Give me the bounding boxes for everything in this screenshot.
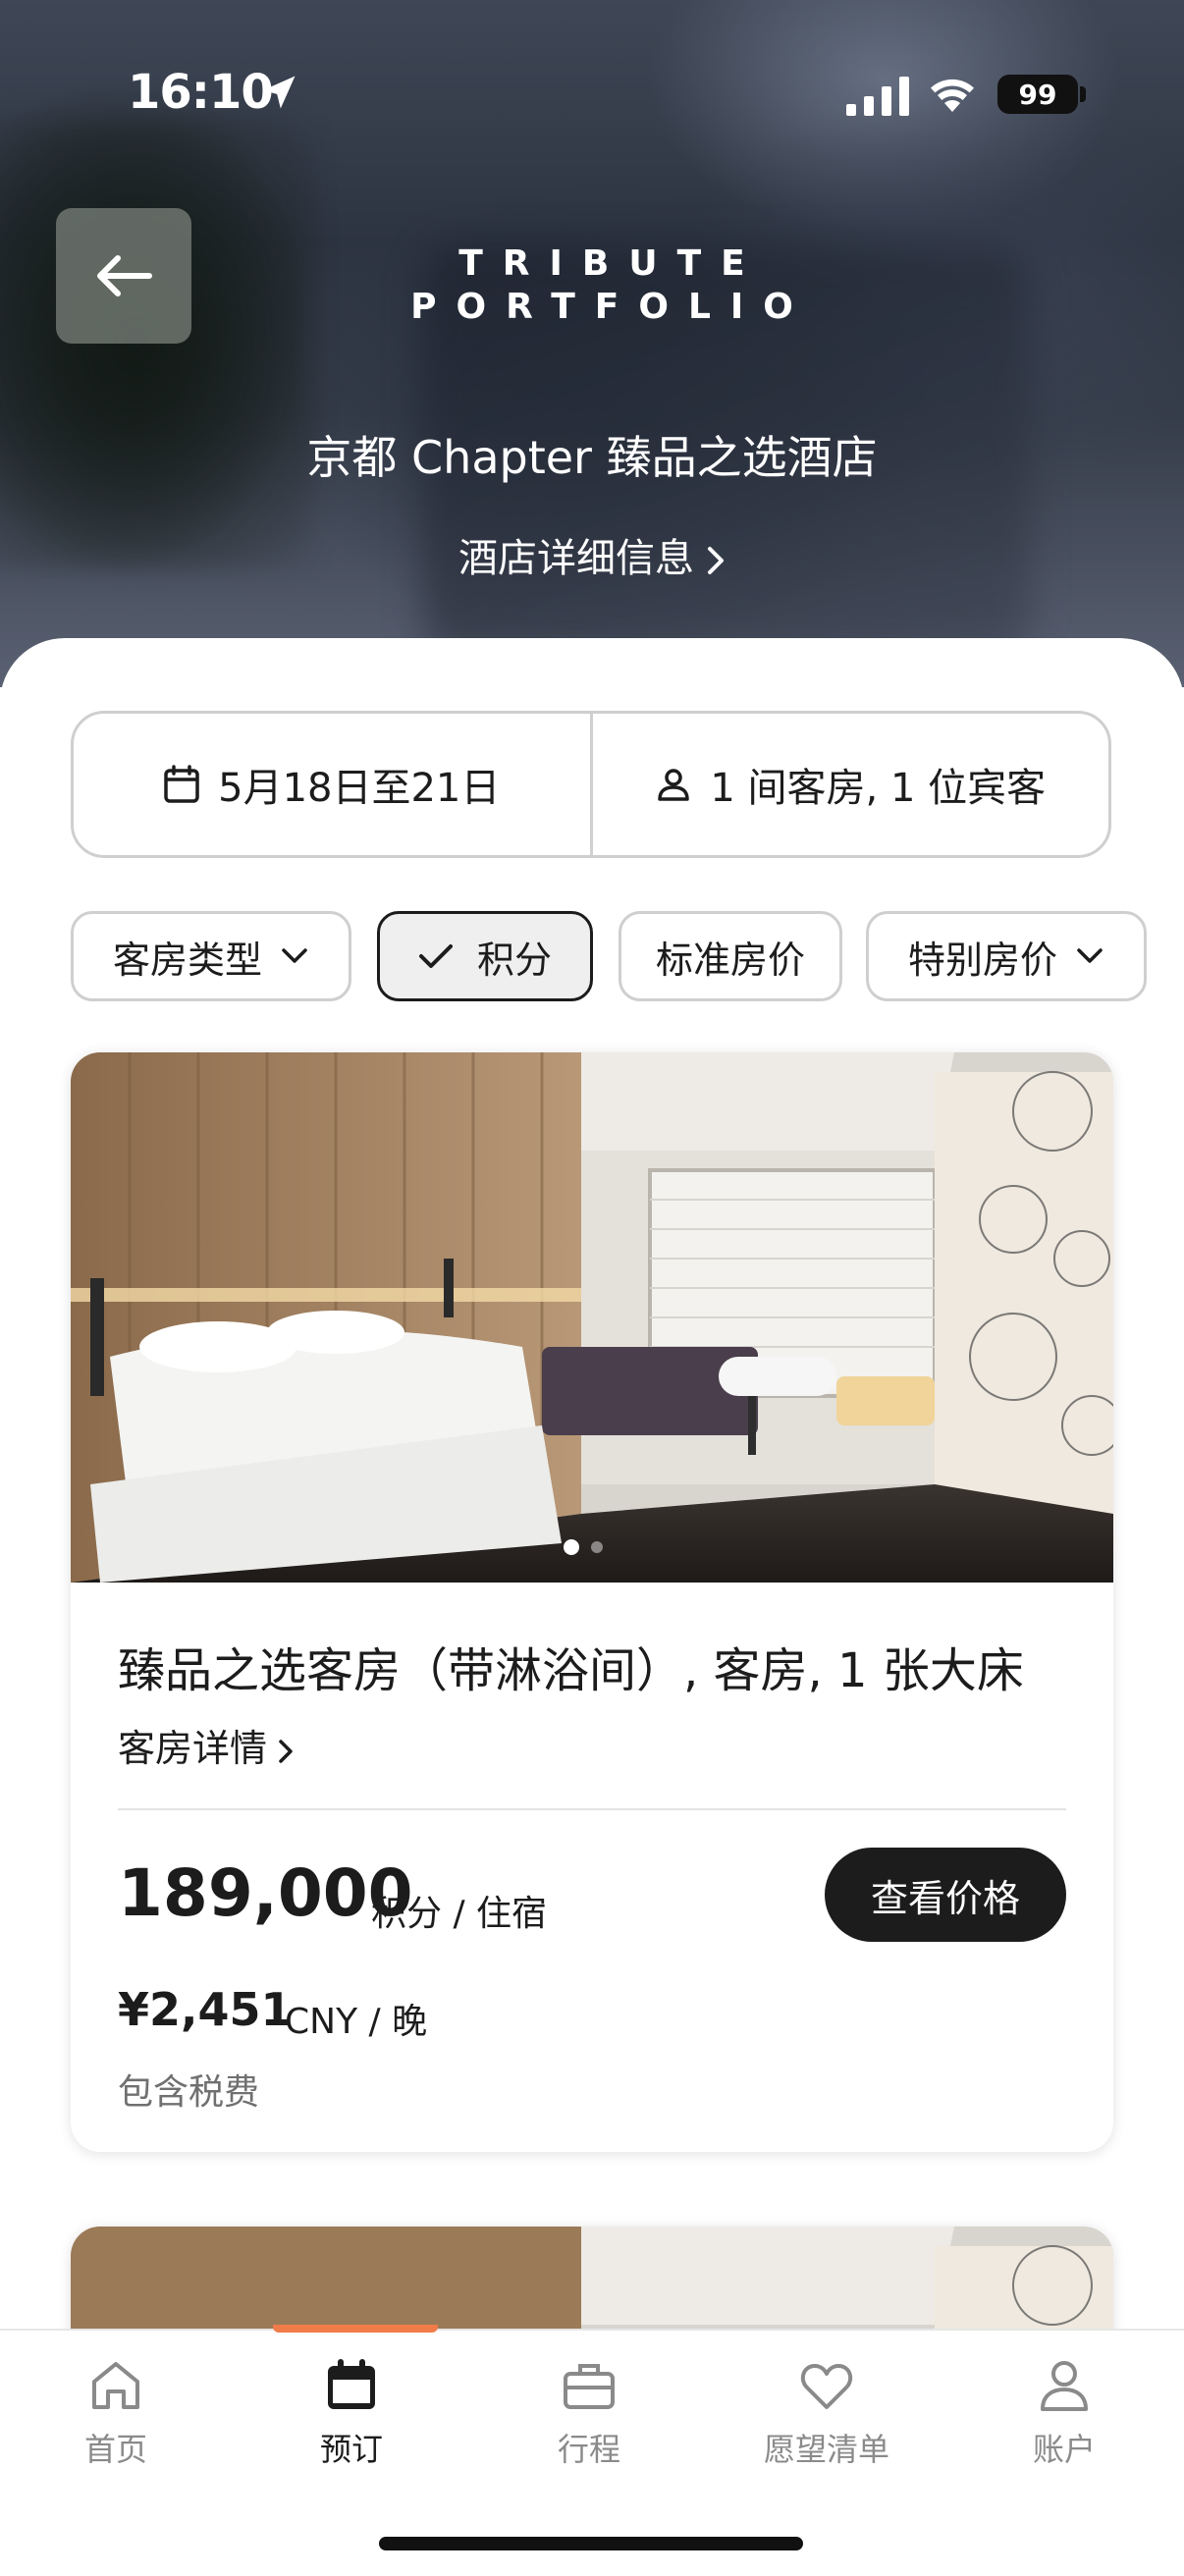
tab-trips-label: 行程 — [557, 2431, 620, 2468]
filter-room-type-label: 客房类型 — [112, 938, 262, 982]
room-card: 臻品之选客房（带淋浴间）, 客房, 1 张大床 客房详情 189,000 积分 … — [71, 1052, 1113, 2152]
hotel-details-label: 酒店详细信息 — [458, 536, 694, 581]
filter-standard-rate-label: 标准房价 — [655, 938, 805, 982]
wifi-icon — [931, 79, 974, 112]
tab-wishlist[interactable]: 愿望清单 — [728, 2354, 925, 2470]
filter-room-type[interactable]: 客房类型 — [71, 911, 351, 1001]
filter-standard-rate[interactable]: 标准房价 — [619, 911, 842, 1001]
person-icon — [658, 769, 690, 801]
tab-account[interactable]: 账户 — [966, 2354, 1162, 2470]
status-time: 16:10 — [128, 65, 274, 120]
filter-points-label: 积分 — [476, 938, 552, 982]
date-range-text: 5月18日至21日 — [218, 766, 501, 811]
hotel-details-link[interactable]: 酒店详细信息 — [0, 526, 1184, 583]
rooms-sheet: 5月18日至21日 1 间客房, 1 位宾客 客房类型 积分 标准房价 特别房价 — [0, 638, 1184, 2336]
card-divider — [118, 1808, 1066, 1810]
brand-logo-line1: TRIBUTE — [458, 243, 765, 284]
hotel-hero: 16:10 99 TRIBUTE PORTFOLIO 京都 Chapter 臻品… — [0, 0, 1184, 687]
filter-points[interactable]: 积分 — [377, 911, 593, 1001]
tab-book-label: 预订 — [319, 2431, 383, 2468]
cellular-signal-icon — [846, 77, 909, 116]
location-arrow-icon — [262, 76, 296, 109]
room-title: 臻品之选客房（带淋浴间）, 客房, 1 张大床 — [118, 1643, 1024, 1698]
cash-unit: CNY / 晚 — [285, 2002, 428, 2042]
battery-tip — [1080, 86, 1086, 102]
points-unit: 积分 / 住宿 — [371, 1894, 548, 1934]
chevron-down-icon — [282, 948, 307, 963]
chevron-right-icon — [708, 547, 724, 574]
hotel-name: 京都 Chapter 臻品之选酒店 — [306, 431, 878, 484]
active-tab-indicator — [273, 2325, 438, 2333]
heart-icon — [800, 2364, 853, 2409]
home-indicator — [379, 2537, 803, 2550]
status-bar: 16:10 99 — [0, 0, 1184, 187]
carousel-dot-active[interactable] — [564, 1539, 579, 1555]
rooms-guests-text: 1 间客房, 1 位宾客 — [710, 766, 1047, 811]
chevron-right-icon — [279, 1739, 293, 1763]
rooms-guests-selector[interactable]: 1 间客房, 1 位宾客 — [593, 714, 1109, 855]
tab-account-label: 账户 — [1032, 2431, 1096, 2468]
filter-special-rate-label: 特别房价 — [907, 938, 1057, 982]
tab-wishlist-label: 愿望清单 — [763, 2431, 889, 2468]
room-photo — [71, 1052, 1113, 1583]
stay-search-box: 5月18日至21日 1 间客房, 1 位宾客 — [71, 711, 1111, 858]
room-details-label: 客房详情 — [118, 1727, 268, 1770]
battery-level: 99 — [1018, 78, 1057, 111]
tab-home[interactable]: 首页 — [18, 2354, 214, 2470]
room-details-link[interactable]: 客房详情 — [118, 1718, 295, 1772]
battery-indicator: 99 — [997, 75, 1078, 114]
cash-price: ¥2,451 — [118, 1983, 293, 2036]
room-card-next[interactable] — [71, 2227, 1113, 2336]
view-rates-button[interactable]: 查看价格 — [825, 1848, 1066, 1942]
calendar-icon — [164, 765, 199, 803]
person-icon — [1041, 2361, 1088, 2411]
tab-home-label: 首页 — [83, 2431, 147, 2468]
points-price: 189,000 — [118, 1855, 413, 1931]
room-photo — [71, 2227, 1113, 2336]
filter-special-rate[interactable]: 特别房价 — [866, 911, 1147, 1001]
checkmark-icon — [418, 944, 453, 968]
carousel-dot[interactable] — [591, 1541, 603, 1553]
tab-book[interactable]: 预订 — [253, 2354, 450, 2470]
tax-note: 包含税费 — [118, 2072, 260, 2113]
brand-logo-line2: PORTFOLIO — [410, 287, 813, 327]
briefcase-icon — [564, 2364, 615, 2409]
home-icon — [92, 2362, 139, 2409]
tab-trips[interactable]: 行程 — [491, 2354, 687, 2470]
date-range-selector[interactable]: 5月18日至21日 — [74, 714, 590, 855]
chevron-down-icon — [1077, 948, 1103, 963]
room-photo-carousel[interactable] — [71, 1052, 1113, 1583]
calendar-icon — [328, 2359, 375, 2409]
